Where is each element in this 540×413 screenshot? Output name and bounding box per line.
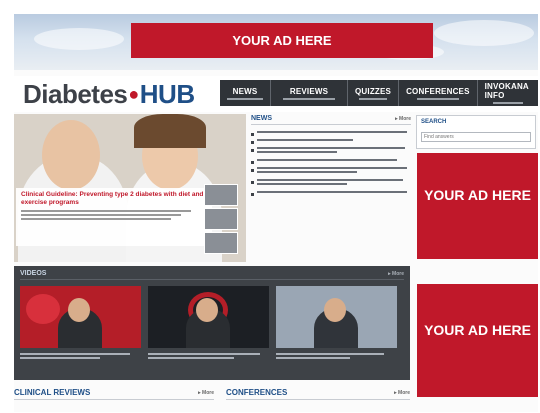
news-title: NEWS: [251, 115, 272, 122]
news-header: NEWS ▸ More: [251, 115, 411, 125]
list-item[interactable]: [251, 147, 411, 153]
hero-caption[interactable]: Clinical Guideline: Preventing type 2 di…: [16, 188, 212, 246]
video-caption-line: [20, 353, 130, 355]
videos-more-link[interactable]: ▸ More: [388, 271, 404, 277]
nav-sublabel-bar: [416, 97, 459, 100]
nav-label: QUIZZES: [355, 86, 392, 96]
nav-item-invokana-info[interactable]: INVOKANA INFO: [478, 80, 538, 106]
nav-item-quizzes[interactable]: QUIZZES: [348, 80, 400, 106]
hero-thumbnail[interactable]: [204, 232, 238, 254]
video-figure-head: [324, 298, 346, 322]
video-card[interactable]: [20, 286, 141, 359]
video-caption-line: [276, 353, 384, 355]
news-section: NEWS ▸ More: [251, 115, 411, 261]
video-thumbnail[interactable]: [276, 286, 397, 348]
video-caption-line: [20, 357, 100, 359]
top-ad-banner[interactable]: YOUR AD HERE: [131, 23, 433, 58]
sidebar-ad-bottom[interactable]: YOUR AD HERE: [417, 284, 538, 397]
site-screenshot: YOUR AD HERE Diabetes●HUB NEWS REVIEWS Q…: [14, 14, 538, 412]
news-list: [251, 131, 411, 196]
video-caption-line: [276, 357, 350, 359]
nav-sublabel-bar: [283, 97, 335, 100]
video-card[interactable]: [276, 286, 397, 359]
hero-thumbnail[interactable]: [204, 208, 238, 230]
clinical-reviews-section: CLINICAL REVIEWS ▸ More: [14, 388, 214, 400]
logo-text-part1: Diabetes: [23, 79, 128, 109]
video-grid: [20, 286, 404, 359]
video-figure-head: [196, 298, 218, 322]
sidebar-ad-top[interactable]: YOUR AD HERE: [417, 153, 538, 259]
search-input[interactable]: [421, 132, 531, 142]
header-banner: YOUR AD HERE: [14, 14, 538, 70]
list-item[interactable]: [251, 179, 411, 185]
nav-item-conferences[interactable]: CONFERENCES: [399, 80, 478, 106]
video-caption-line: [148, 353, 260, 355]
hero-summary-line: [21, 214, 181, 216]
news-more-link[interactable]: ▸ More: [395, 116, 411, 122]
nav-item-news[interactable]: NEWS: [220, 80, 271, 106]
conferences-section: CONFERENCES ▸ More: [226, 388, 410, 400]
hero-feature[interactable]: Clinical Guideline: Preventing type 2 di…: [14, 114, 246, 262]
hero-headline[interactable]: Clinical Guideline: Preventing type 2 di…: [21, 191, 207, 207]
hero-photo-hair: [134, 114, 206, 148]
nav-sublabel-bar: [227, 97, 263, 100]
videos-title: VIDEOS: [20, 270, 47, 277]
videos-header: VIDEOS ▸ More: [20, 270, 404, 280]
nav-label: CONFERENCES: [406, 86, 470, 96]
video-thumbnail[interactable]: [148, 286, 269, 348]
nav-sublabel-bar: [492, 102, 523, 104]
list-item[interactable]: [251, 167, 411, 173]
main-nav: NEWS REVIEWS QUIZZES CONFERENCES INVOKAN…: [220, 80, 538, 106]
site-logo[interactable]: Diabetes●HUB: [23, 79, 195, 110]
video-card[interactable]: [148, 286, 269, 359]
hero-summary-line: [21, 218, 171, 220]
clinical-reviews-title: CLINICAL REVIEWS: [14, 388, 91, 397]
list-item[interactable]: [251, 131, 411, 136]
logo-text-part2: HUB: [139, 79, 195, 109]
list-item[interactable]: [251, 139, 411, 144]
hero-thumbnails: [204, 184, 240, 258]
video-caption-line: [148, 357, 234, 359]
search-box: SEARCH: [416, 115, 536, 149]
video-thumbnail[interactable]: [20, 286, 141, 348]
logo-dots-icon: ●: [128, 84, 139, 104]
search-label: SEARCH: [421, 119, 447, 125]
videos-section: VIDEOS ▸ More: [14, 266, 410, 380]
nav-sublabel-bar: [359, 97, 388, 100]
nav-label: NEWS: [232, 86, 258, 96]
clinical-reviews-header: CLINICAL REVIEWS ▸ More: [14, 388, 214, 400]
masthead: Diabetes●HUB NEWS REVIEWS QUIZZES CONFER…: [14, 76, 538, 112]
list-item[interactable]: [251, 191, 411, 196]
conferences-title: CONFERENCES: [226, 388, 288, 397]
nav-item-reviews[interactable]: REVIEWS: [271, 80, 348, 106]
hero-summary-line: [21, 210, 191, 212]
list-item[interactable]: [251, 159, 411, 164]
hero-photo-man-face: [42, 120, 100, 190]
video-figure-head: [68, 298, 90, 322]
nav-label: REVIEWS: [289, 86, 329, 96]
clinical-reviews-more-link[interactable]: ▸ More: [198, 390, 214, 396]
heart-logo-icon: [26, 294, 60, 324]
nav-label: INVOKANA INFO: [484, 82, 529, 100]
conferences-more-link[interactable]: ▸ More: [394, 390, 410, 396]
conferences-header: CONFERENCES ▸ More: [226, 388, 410, 400]
hero-thumbnail[interactable]: [204, 184, 238, 206]
